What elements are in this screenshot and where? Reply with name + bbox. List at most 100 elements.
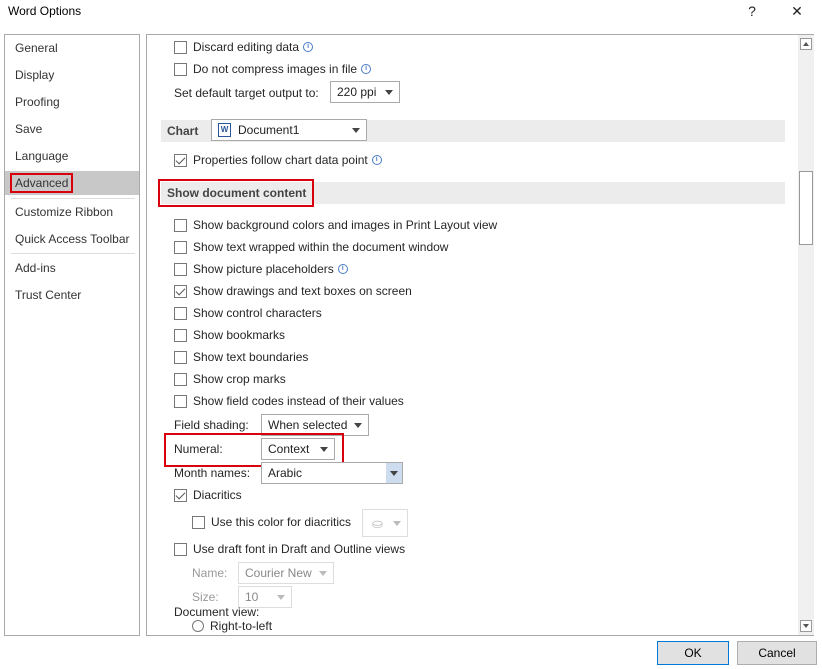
chevron-down-icon xyxy=(803,624,809,628)
sidebar-item-add-ins[interactable]: Add-ins xyxy=(5,256,139,280)
sidebar-item-advanced[interactable]: Advanced xyxy=(5,171,139,195)
sidebar-item-save[interactable]: Save xyxy=(5,117,139,141)
diacritics-color-option[interactable]: Use this color for diacritics xyxy=(192,513,351,531)
chevron-down-icon xyxy=(277,595,285,600)
divider xyxy=(11,253,135,254)
dropdown-value: 10 xyxy=(245,590,259,604)
option-label: Show control characters xyxy=(193,306,322,320)
sidebar-item-proofing[interactable]: Proofing xyxy=(5,90,139,114)
right-to-left-option[interactable]: Right-to-left xyxy=(192,617,272,635)
option-label: Show drawings and text boxes on screen xyxy=(193,284,412,298)
sidebar-item-general[interactable]: General xyxy=(5,36,139,60)
show-background-option[interactable]: Show background colors and images in Pri… xyxy=(174,216,497,234)
option-label: Show text wrapped within the document wi… xyxy=(193,240,449,254)
checkbox[interactable] xyxy=(174,372,187,386)
checkbox[interactable] xyxy=(174,40,187,54)
draft-font-option[interactable]: Use draft font in Draft and Outline view… xyxy=(174,540,405,558)
sidebar-item-label: Advanced xyxy=(9,173,74,193)
help-button[interactable]: ? xyxy=(737,0,767,24)
sidebar: General Display Proofing Save Language A… xyxy=(4,34,140,636)
info-icon: i xyxy=(337,264,348,274)
checkbox[interactable] xyxy=(192,515,205,529)
checkbox[interactable] xyxy=(174,488,187,502)
month-names-dropdown[interactable]: Arabic xyxy=(261,462,403,484)
target-output-label: Set default target output to: xyxy=(174,86,319,100)
window-title: Word Options xyxy=(8,4,82,18)
chevron-down-icon xyxy=(390,471,398,476)
diacritics-option[interactable]: Diacritics xyxy=(174,486,242,504)
sidebar-item-quick-access-toolbar[interactable]: Quick Access Toolbar xyxy=(5,227,139,251)
month-names-label: Month names: xyxy=(174,466,251,480)
checkbox[interactable] xyxy=(174,328,187,342)
checkbox[interactable] xyxy=(174,542,187,556)
close-button[interactable]: ✕ xyxy=(782,0,812,24)
ok-button[interactable]: OK xyxy=(657,641,729,665)
chevron-down-icon xyxy=(319,571,327,576)
radio-button[interactable] xyxy=(192,620,204,632)
sidebar-item-customize-ribbon[interactable]: Customize Ribbon xyxy=(5,200,139,224)
name-label: Name: xyxy=(192,566,228,580)
option-label: Diacritics xyxy=(193,488,242,502)
option-label: Show background colors and images in Pri… xyxy=(193,218,498,232)
chevron-down-icon xyxy=(385,90,393,95)
option-label: Properties follow chart data point xyxy=(193,153,368,167)
target-output-dropdown[interactable]: 220 ppi xyxy=(330,81,400,103)
option-label: Use draft font in Draft and Outline view… xyxy=(193,542,406,556)
show-field-codes-option[interactable]: Show field codes instead of their values xyxy=(174,392,404,410)
option-label: Show crop marks xyxy=(193,372,286,386)
option-label: Show picture placeholders xyxy=(193,262,334,276)
dropdown-value: 220 ppi xyxy=(337,85,377,99)
dropdown-value: When selected xyxy=(268,418,348,432)
chevron-down-icon xyxy=(393,521,401,526)
dropdown-value: Arabic xyxy=(268,466,303,480)
checkbox[interactable] xyxy=(174,218,187,232)
scroll-up-button[interactable] xyxy=(800,38,812,50)
paint-bucket-icon: ⛀ xyxy=(372,516,383,531)
diacritics-color-picker[interactable]: ⛀ xyxy=(362,509,408,537)
info-icon: i xyxy=(361,64,372,74)
word-document-icon: W xyxy=(218,123,231,137)
checkbox[interactable] xyxy=(174,62,187,76)
option-label: Discard editing data xyxy=(193,40,300,54)
checkbox[interactable] xyxy=(174,284,187,298)
options-panel: Discard editing data i Do not compress im… xyxy=(146,34,814,636)
option-label: Show text boundaries xyxy=(193,350,309,364)
dropdown-value: Courier New xyxy=(245,566,312,580)
show-text-wrapped-option[interactable]: Show text wrapped within the document wi… xyxy=(174,238,448,256)
cancel-button[interactable]: Cancel xyxy=(737,641,817,665)
checkbox[interactable] xyxy=(174,350,187,364)
font-name-dropdown[interactable]: Courier New xyxy=(238,562,334,584)
sidebar-item-trust-center[interactable]: Trust Center xyxy=(5,283,139,307)
divider xyxy=(11,198,135,199)
highlight-box xyxy=(158,179,314,207)
sidebar-item-language[interactable]: Language xyxy=(5,144,139,168)
checkbox[interactable] xyxy=(174,306,187,320)
show-bookmarks-option[interactable]: Show bookmarks xyxy=(174,326,285,344)
option-label: Show field codes instead of their values xyxy=(193,394,404,408)
checkbox[interactable] xyxy=(174,153,187,167)
scroll-thumb[interactable] xyxy=(799,171,813,245)
option-label: Right-to-left xyxy=(210,619,273,633)
chart-document-dropdown[interactable]: W Document1 xyxy=(211,119,367,141)
checkbox[interactable] xyxy=(174,240,187,254)
vertical-scrollbar[interactable] xyxy=(798,35,814,635)
checkbox[interactable] xyxy=(174,394,187,408)
properties-follow-option[interactable]: Properties follow chart data point i xyxy=(174,151,382,169)
discard-editing-option[interactable]: Discard editing data i xyxy=(174,38,314,56)
show-text-boundaries-option[interactable]: Show text boundaries xyxy=(174,348,308,366)
scroll-down-button[interactable] xyxy=(800,620,812,632)
checkbox[interactable] xyxy=(174,262,187,276)
info-icon: i xyxy=(371,155,382,165)
chevron-up-icon xyxy=(803,42,809,46)
option-label: Show bookmarks xyxy=(193,328,286,342)
no-compress-option[interactable]: Do not compress images in file i xyxy=(174,60,372,78)
chevron-down-icon xyxy=(352,128,360,133)
field-shading-label: Field shading: xyxy=(174,418,249,432)
dropdown-value: Document1 xyxy=(238,123,300,137)
sidebar-item-display[interactable]: Display xyxy=(5,63,139,87)
chevron-down-icon xyxy=(354,423,362,428)
show-control-characters-option[interactable]: Show control characters xyxy=(174,304,322,322)
show-drawings-option[interactable]: Show drawings and text boxes on screen xyxy=(174,282,412,300)
show-crop-marks-option[interactable]: Show crop marks xyxy=(174,370,286,388)
show-picture-placeholders-option[interactable]: Show picture placeholders i xyxy=(174,260,348,278)
